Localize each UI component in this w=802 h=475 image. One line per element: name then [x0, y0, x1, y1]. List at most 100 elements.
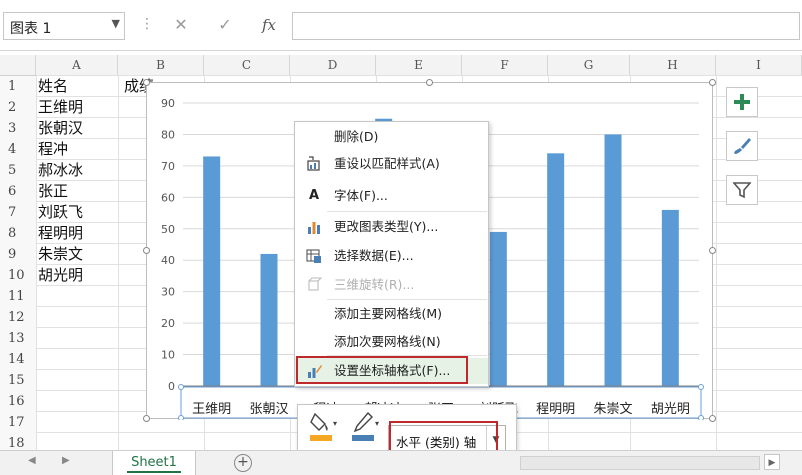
- chevron-left-icon[interactable]: ◀: [28, 455, 36, 466]
- column-header-h[interactable]: H: [630, 55, 716, 75]
- insert-function-button[interactable]: fx: [254, 13, 284, 37]
- cell-a6[interactable]: 张正: [38, 181, 68, 202]
- context-menu: 删除(D) 重设以匹配样式(A) A 字体(F)... 更改图表类型(Y)...: [294, 121, 489, 387]
- sheet-tab-bar: ◀ ▶ Sheet1 + ▶: [0, 450, 802, 475]
- cell-a3[interactable]: 张朝汉: [38, 118, 83, 139]
- menu-item-change-chart-type[interactable]: 更改图表类型(Y)...: [295, 215, 488, 239]
- column-header-a[interactable]: A: [36, 55, 118, 75]
- bar: [260, 253, 278, 386]
- brush-icon: [734, 138, 751, 154]
- row-header[interactable]: 12: [0, 307, 36, 328]
- resize-handle[interactable]: [426, 79, 433, 86]
- menu-separator: [327, 211, 487, 212]
- chart-styles-button[interactable]: [726, 131, 758, 161]
- y-tick-label: 80: [161, 128, 175, 141]
- menu-separator: [327, 299, 487, 300]
- row-header[interactable]: 13: [0, 328, 36, 349]
- row-header[interactable]: 9: [0, 244, 36, 265]
- row-header[interactable]: 1: [0, 76, 36, 97]
- row-header[interactable]: 16: [0, 391, 36, 412]
- chevron-right-icon[interactable]: ▶: [62, 455, 70, 466]
- x-tick-label: 胡光明: [651, 402, 690, 417]
- bar: [489, 231, 507, 386]
- menu-item-delete[interactable]: 删除(D): [295, 125, 488, 149]
- bar: [604, 134, 622, 386]
- formula-input[interactable]: [292, 12, 800, 40]
- column-header-c[interactable]: C: [204, 55, 290, 75]
- pen-outline-icon: ▾: [352, 411, 379, 441]
- column-header-b[interactable]: B: [118, 55, 204, 75]
- row-header[interactable]: 7: [0, 202, 36, 223]
- row-header[interactable]: 10: [0, 265, 36, 286]
- enter-button[interactable]: ✓: [210, 13, 240, 37]
- name-box[interactable]: 图表 1 ▼: [3, 12, 125, 40]
- menu-item-3d-rotation[interactable]: 三维旋转(R)...: [295, 273, 488, 297]
- column-header-g[interactable]: G: [548, 55, 630, 75]
- row-header[interactable]: 18: [0, 433, 36, 450]
- resize-handle[interactable]: [143, 415, 150, 422]
- rotate-3d-icon: [305, 273, 323, 302]
- resize-handle[interactable]: [143, 247, 150, 254]
- plus-icon: [734, 94, 750, 110]
- formula-bar-separator: ⋮: [140, 16, 154, 32]
- row-header[interactable]: 11: [0, 286, 36, 307]
- resize-handle[interactable]: [709, 79, 716, 86]
- column-header-f[interactable]: F: [462, 55, 548, 75]
- row-header[interactable]: 14: [0, 349, 36, 370]
- horizontal-scrollbar[interactable]: [520, 456, 760, 470]
- menu-item-add-minor-gridlines[interactable]: 添加次要网格线(N): [295, 330, 488, 354]
- row-header[interactable]: 6: [0, 181, 36, 202]
- cell-a1[interactable]: 姓名: [38, 76, 68, 97]
- resize-handle[interactable]: [143, 79, 150, 86]
- add-sheet-button[interactable]: +: [234, 454, 252, 472]
- filter-icon: [732, 182, 752, 199]
- axis-selection-handle: [698, 384, 704, 390]
- resize-handle[interactable]: [709, 247, 716, 254]
- tab-sheet1[interactable]: Sheet1: [112, 451, 196, 475]
- menu-item-reset-style[interactable]: 重设以匹配样式(A): [295, 152, 488, 176]
- reset-style-icon: [305, 152, 323, 181]
- cell-a10[interactable]: 胡光明: [38, 265, 83, 286]
- cell-a2[interactable]: 王维明: [38, 97, 83, 118]
- cell-a7[interactable]: 刘跃飞: [38, 202, 83, 223]
- bar: [203, 156, 221, 386]
- x-tick-label: 王维明: [192, 402, 231, 417]
- y-tick-label: 40: [161, 254, 175, 267]
- row-header[interactable]: 2: [0, 97, 36, 118]
- column-header-d[interactable]: D: [290, 55, 376, 75]
- axis-selection-handle: [698, 415, 704, 420]
- y-tick-label: 0: [168, 380, 175, 393]
- cell-a4[interactable]: 程冲: [38, 139, 68, 160]
- row-header[interactable]: 4: [0, 139, 36, 160]
- menu-item-font[interactable]: A 字体(F)...: [295, 184, 488, 208]
- row-header[interactable]: 15: [0, 370, 36, 391]
- chart-elements-button[interactable]: [726, 87, 758, 117]
- row-header[interactable]: 5: [0, 160, 36, 181]
- x-tick-label: 朱崇文: [593, 402, 632, 417]
- cell-a5[interactable]: 郝冰冰: [38, 160, 83, 181]
- bar: [661, 209, 679, 386]
- sheet-tab-label: Sheet1: [131, 455, 177, 470]
- chevron-down-icon[interactable]: ▼: [112, 17, 120, 30]
- menu-item-add-major-gridlines[interactable]: 添加主要网格线(M): [295, 302, 488, 326]
- column-header-row: A B C D E F G H I: [0, 55, 802, 76]
- chart-type-icon: [305, 215, 323, 244]
- menu-item-select-data[interactable]: 选择数据(E)...: [295, 244, 488, 268]
- chart-filters-button[interactable]: [726, 175, 758, 205]
- y-tick-label: 90: [161, 97, 175, 110]
- name-box-value: 图表 1: [10, 21, 52, 37]
- column-header-i[interactable]: I: [716, 55, 802, 75]
- resize-handle[interactable]: [709, 415, 716, 422]
- row-header[interactable]: 8: [0, 223, 36, 244]
- cancel-button[interactable]: ✕: [166, 13, 196, 37]
- scroll-right-button[interactable]: ▶: [764, 454, 780, 470]
- y-tick-label: 50: [161, 223, 175, 236]
- plus-icon: +: [237, 454, 249, 470]
- cell-a8[interactable]: 程明明: [38, 223, 83, 244]
- y-tick-label: 70: [161, 160, 175, 173]
- row-header[interactable]: 3: [0, 118, 36, 139]
- cell-a9[interactable]: 朱崇文: [38, 244, 83, 265]
- row-header[interactable]: 17: [0, 412, 36, 433]
- column-header-e[interactable]: E: [376, 55, 462, 75]
- select-all-corner[interactable]: [0, 55, 36, 75]
